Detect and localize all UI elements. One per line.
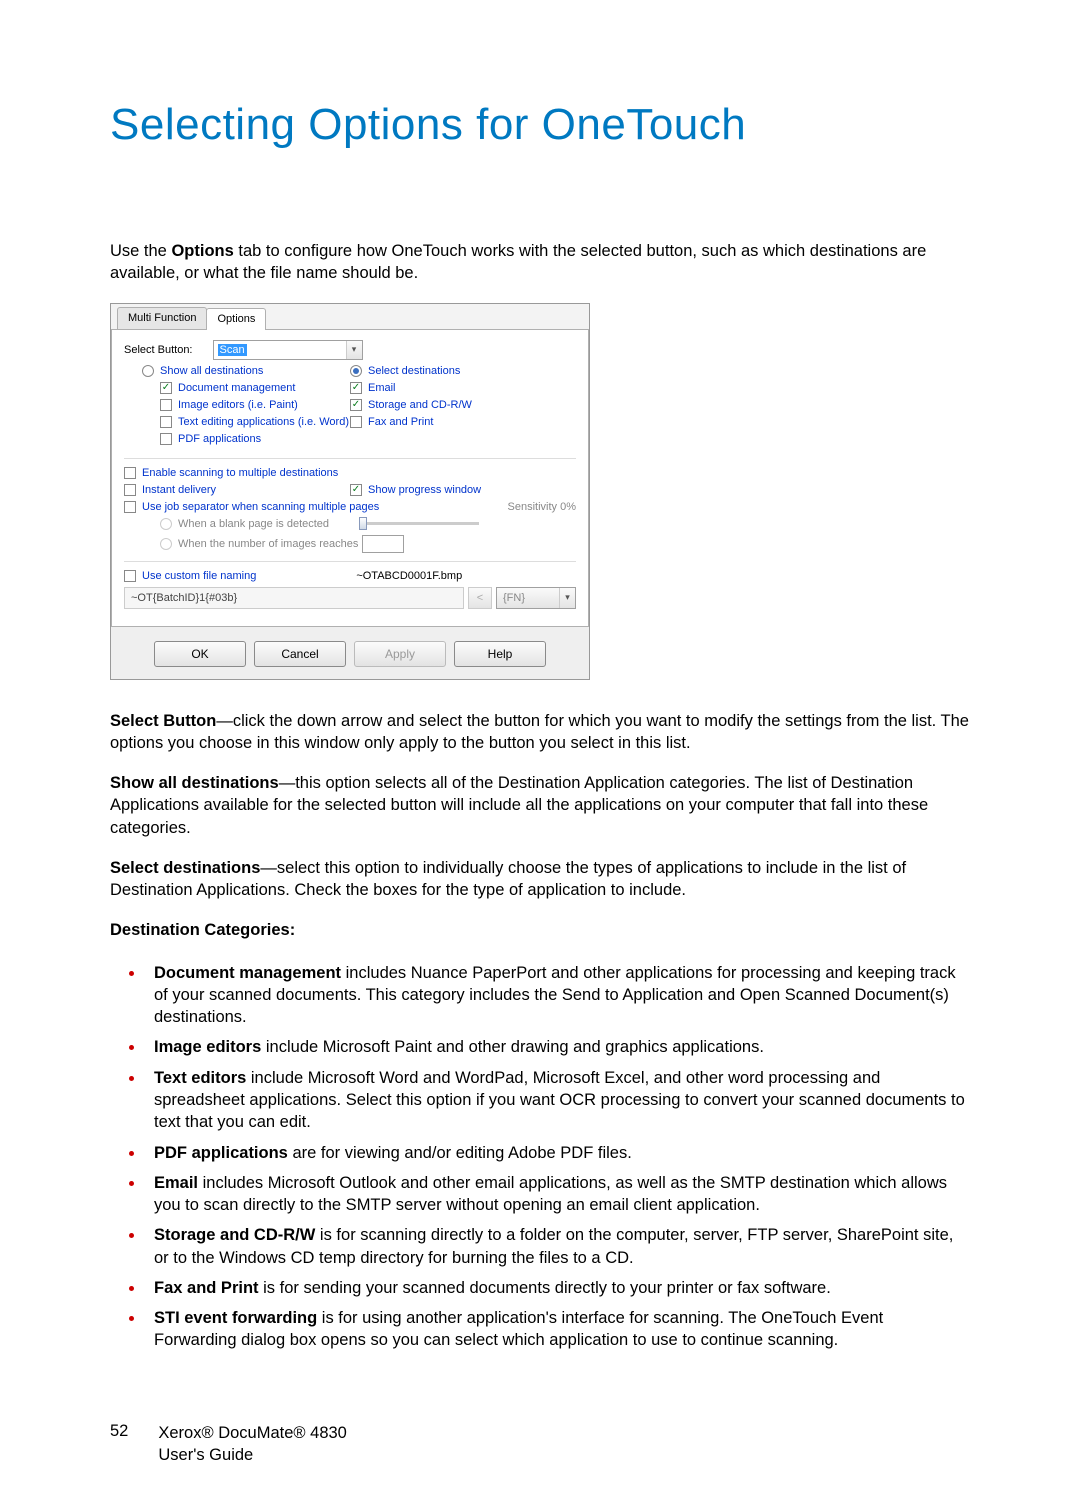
radio-show-all[interactable]	[142, 365, 154, 377]
bullet-bold: PDF applications	[154, 1144, 288, 1162]
para-select-button-bold: Select Button	[110, 712, 216, 730]
radio-show-all-label: Show all destinations	[160, 365, 263, 377]
bullet-bold: Image editors	[154, 1038, 261, 1056]
list-item: STI event forwarding is for using anothe…	[146, 1305, 970, 1352]
radio-blank-page-label: When a blank page is detected	[178, 518, 329, 530]
select-button-combo[interactable]: Scan ▾	[213, 340, 363, 360]
tab-strip: Multi Function Options	[111, 304, 589, 330]
radio-image-count-label: When the number of images reaches	[178, 538, 358, 550]
destination-list: Document management includes Nuance Pape…	[110, 960, 970, 1352]
list-item: Storage and CD-R/W is for scanning direc…	[146, 1222, 970, 1269]
cb-instant-delivery[interactable]	[124, 484, 136, 496]
cb-text-editors-label: Text editing applications (i.e. Word)	[178, 416, 349, 428]
cb-image-editors-label: Image editors (i.e. Paint)	[178, 399, 298, 411]
bullet-bold: Text editors	[154, 1069, 246, 1087]
para-show-all: Show all destinations—this option select…	[110, 772, 970, 839]
bullet-rest: is for sending your scanned documents di…	[259, 1279, 831, 1297]
bullet-rest: include Microsoft Paint and other drawin…	[261, 1038, 764, 1056]
cb-job-separator-label: Use job separator when scanning multiple…	[142, 501, 379, 513]
tab-multi-function[interactable]: Multi Function	[117, 307, 207, 329]
help-button[interactable]: Help	[454, 641, 546, 667]
cb-job-separator[interactable]	[124, 501, 136, 513]
list-item: PDF applications are for viewing and/or …	[146, 1140, 970, 1164]
chevron-down-icon[interactable]: ▾	[346, 341, 362, 359]
list-item: Fax and Print is for sending your scanne…	[146, 1275, 970, 1299]
cb-email-label: Email	[368, 382, 396, 394]
cb-pdf-applications[interactable]	[160, 433, 172, 445]
cb-fax-print[interactable]	[350, 416, 362, 428]
page-footer: 52 Xerox® DocuMate® 4830 User's Guide	[110, 1422, 970, 1467]
cb-enable-multi-dest[interactable]	[124, 467, 136, 479]
intro-paragraph: Use the Options tab to configure how One…	[110, 240, 970, 285]
apply-button: Apply	[354, 641, 446, 667]
sensitivity-label: Sensitivity 0%	[508, 501, 576, 513]
para-select-button: Select Button—click the down arrow and s…	[110, 710, 970, 755]
cb-show-progress-label: Show progress window	[368, 484, 481, 496]
cb-fax-print-label: Fax and Print	[368, 416, 433, 428]
cb-instant-delivery-label: Instant delivery	[142, 484, 216, 496]
para-show-all-bold: Show all destinations	[110, 774, 279, 792]
cb-show-progress[interactable]	[350, 484, 362, 496]
radio-select-destinations[interactable]	[350, 365, 362, 377]
list-item: Email includes Microsoft Outlook and oth…	[146, 1170, 970, 1217]
list-item: Image editors include Microsoft Paint an…	[146, 1034, 970, 1058]
para-select-dest: Select destinations—select this option t…	[110, 857, 970, 902]
page-title: Selecting Options for OneTouch	[110, 100, 970, 150]
sensitivity-slider	[359, 522, 479, 525]
back-button: <	[468, 587, 492, 609]
radio-image-count	[160, 538, 172, 550]
image-count-input	[362, 535, 404, 553]
radio-blank-page	[160, 518, 172, 530]
intro-pre: Use the	[110, 242, 171, 260]
bullet-rest: include Microsoft Word and WordPad, Micr…	[154, 1069, 965, 1132]
chevron-down-icon: ▾	[559, 588, 575, 608]
select-button-label: Select Button:	[124, 344, 193, 356]
cb-doc-mgmt-label: Document management	[178, 382, 295, 394]
cb-doc-mgmt[interactable]	[160, 382, 172, 394]
filename-preview: ~OTABCD0001F.bmp	[356, 570, 462, 582]
cb-email[interactable]	[350, 382, 362, 394]
cb-text-editors[interactable]	[160, 416, 172, 428]
cb-image-editors[interactable]	[160, 399, 172, 411]
footer-line-2: User's Guide	[158, 1444, 347, 1466]
cb-enable-multi-dest-label: Enable scanning to multiple destinations	[142, 467, 338, 479]
bullet-bold: Storage and CD-R/W	[154, 1226, 315, 1244]
intro-bold: Options	[171, 242, 233, 260]
select-button-value: Scan	[218, 344, 247, 356]
page-number: 52	[110, 1422, 128, 1467]
slider-thumb-icon	[359, 517, 367, 530]
bullet-rest: are for viewing and/or editing Adobe PDF…	[288, 1144, 632, 1162]
tab-options[interactable]: Options	[206, 308, 266, 330]
custom-name-input: ~OT{BatchID}1{#03b}	[124, 587, 464, 609]
footer-line-1: Xerox® DocuMate® 4830	[158, 1422, 347, 1444]
bullet-bold: STI event forwarding	[154, 1309, 317, 1327]
bullet-bold: Document management	[154, 964, 341, 982]
token-combo-value: {FN}	[503, 592, 525, 604]
list-item: Text editors include Microsoft Word and …	[146, 1065, 970, 1134]
separator	[124, 561, 576, 562]
dest-cat-heading: Destination Categories:	[110, 919, 970, 941]
separator	[124, 458, 576, 459]
bullet-bold: Email	[154, 1174, 198, 1192]
ok-button[interactable]: OK	[154, 641, 246, 667]
para-select-button-rest: —click the down arrow and select the but…	[110, 712, 969, 752]
cb-storage[interactable]	[350, 399, 362, 411]
dialog-button-row: OK Cancel Apply Help	[111, 627, 589, 679]
cb-custom-file-naming-label: Use custom file naming	[142, 570, 256, 582]
bullet-bold: Fax and Print	[154, 1279, 259, 1297]
cb-custom-file-naming[interactable]	[124, 570, 136, 582]
radio-select-destinations-label: Select destinations	[368, 365, 460, 377]
cancel-button[interactable]: Cancel	[254, 641, 346, 667]
options-dialog: Multi Function Options Select Button: Sc…	[110, 303, 590, 680]
cb-pdf-applications-label: PDF applications	[178, 433, 261, 445]
bullet-rest: includes Microsoft Outlook and other ema…	[154, 1174, 947, 1214]
para-select-dest-bold: Select destinations	[110, 859, 260, 877]
token-combo: {FN} ▾	[496, 587, 576, 609]
list-item: Document management includes Nuance Pape…	[146, 960, 970, 1029]
cb-storage-label: Storage and CD-R/W	[368, 399, 472, 411]
